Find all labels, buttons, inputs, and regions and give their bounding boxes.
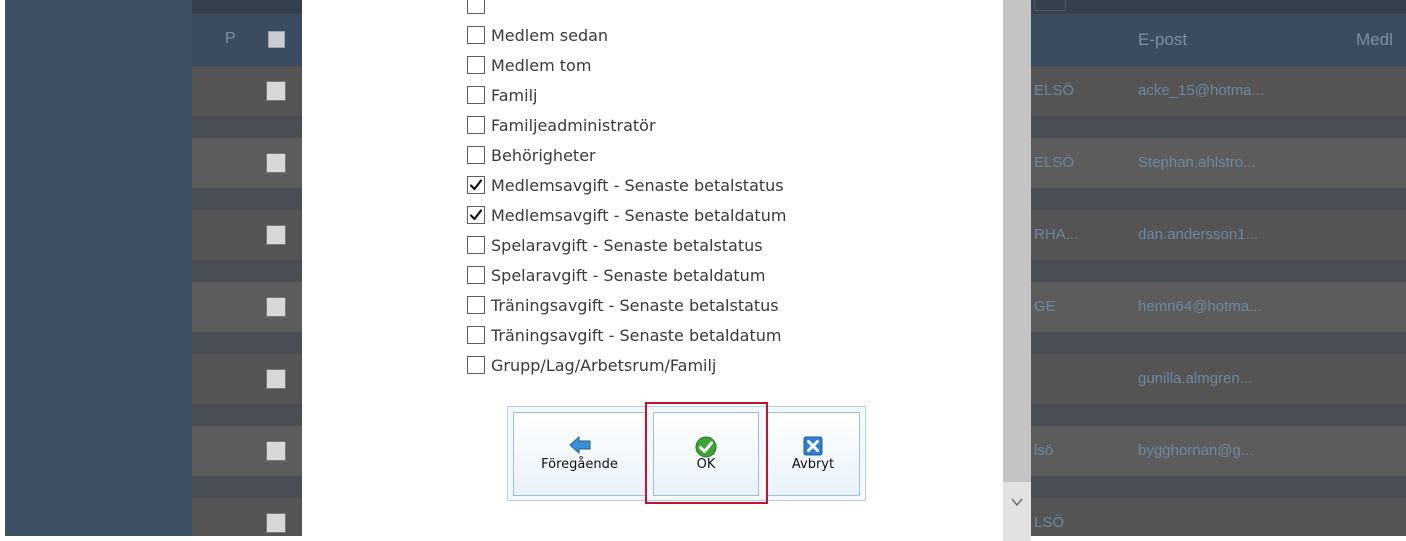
column-option[interactable]: Medlemsavgift - Senaste betaldatum bbox=[467, 204, 786, 226]
column-option-label: Medlem tom bbox=[491, 55, 592, 75]
ok-label: OK bbox=[696, 457, 716, 472]
row-club: lsö bbox=[1034, 442, 1054, 459]
column-option[interactable]: Familj bbox=[467, 84, 537, 106]
column-header-medl[interactable]: Medl bbox=[1356, 30, 1393, 50]
checkbox[interactable] bbox=[467, 146, 485, 164]
column-option-label: Familjeadministratör bbox=[491, 115, 656, 135]
column-option[interactable]: Behörigheter bbox=[467, 144, 596, 166]
checkbox[interactable] bbox=[467, 26, 485, 44]
row-club: LSÖ bbox=[1034, 514, 1065, 531]
checkbox[interactable] bbox=[467, 0, 485, 14]
row-club: RHA... bbox=[1034, 226, 1079, 243]
row-email[interactable]: gunilla.almgren... bbox=[1138, 370, 1252, 387]
column-option[interactable]: Grupp/Lag/Arbetsrum/Familj bbox=[467, 354, 716, 376]
row-club: ELSÖ bbox=[1034, 82, 1075, 99]
column-header-email[interactable]: E-post bbox=[1138, 30, 1187, 50]
row-email[interactable]: hemn64@hotma... bbox=[1138, 298, 1262, 315]
dialog-scrollbar[interactable] bbox=[1003, 0, 1031, 541]
row-checkbox[interactable] bbox=[266, 153, 286, 173]
checkbox[interactable] bbox=[467, 326, 485, 344]
checkmark-icon bbox=[695, 436, 717, 458]
chevron-down-icon[interactable] bbox=[1010, 494, 1024, 508]
column-option-label: Spelaravgift - Senaste betalstatus bbox=[491, 235, 763, 255]
row-club: GE bbox=[1034, 298, 1056, 315]
column-option-label: Behörigheter bbox=[491, 145, 596, 165]
checkbox[interactable] bbox=[467, 296, 485, 314]
scrollbar-track[interactable] bbox=[1003, 0, 1031, 482]
row-checkbox[interactable] bbox=[266, 81, 286, 101]
previous-label: Föregående bbox=[541, 457, 618, 472]
screen: P E-post Medl ELSÖ acke_15@hotma... ELSÖ St… bbox=[0, 0, 1406, 541]
column-option[interactable]: Spelaravgift - Senaste betalstatus bbox=[467, 234, 763, 256]
column-option-label: Familj bbox=[491, 85, 538, 105]
column-header-p[interactable]: P bbox=[225, 30, 236, 48]
column-option[interactable]: Medlem sedan bbox=[467, 24, 608, 46]
cancel-label: Avbryt bbox=[791, 457, 835, 472]
checked-checkbox[interactable] bbox=[467, 176, 485, 194]
column-option[interactable]: Träningsavgift - Senaste betalstatus bbox=[467, 294, 779, 316]
checkbox[interactable] bbox=[467, 56, 485, 74]
column-option-label: Träningsavgift - Senaste betalstatus bbox=[491, 295, 779, 315]
toolbar-field bbox=[1034, 0, 1066, 11]
column-option[interactable] bbox=[467, 0, 491, 16]
previous-button[interactable]: Föregående bbox=[513, 412, 646, 496]
row-email[interactable]: dan.andersson1... bbox=[1138, 226, 1258, 243]
column-option[interactable]: Familjeadministratör bbox=[467, 114, 656, 136]
sidebar-backdrop bbox=[5, 0, 192, 536]
column-option-label: Medlemsavgift - Senaste betalstatus bbox=[491, 175, 784, 195]
column-option[interactable]: Träningsavgift - Senaste betaldatum bbox=[467, 324, 781, 346]
checkbox[interactable] bbox=[467, 116, 485, 134]
row-checkbox[interactable] bbox=[266, 297, 286, 317]
row-checkbox[interactable] bbox=[266, 513, 286, 533]
ok-button[interactable]: OK bbox=[653, 412, 759, 496]
column-option-label: Medlemsavgift - Senaste betaldatum bbox=[491, 205, 787, 225]
column-option-label: Medlem sedan bbox=[491, 25, 609, 45]
column-option-label: Grupp/Lag/Arbetsrum/Familj bbox=[491, 355, 717, 375]
row-email[interactable]: Stephan.ahlstro... bbox=[1138, 154, 1256, 171]
column-option[interactable]: Spelaravgift - Senaste betaldatum bbox=[467, 264, 765, 286]
column-option-label: Träningsavgift - Senaste betaldatum bbox=[491, 325, 782, 345]
row-checkbox[interactable] bbox=[266, 225, 286, 245]
checkbox[interactable] bbox=[467, 356, 485, 374]
column-option-label: Spelaravgift - Senaste betaldatum bbox=[491, 265, 766, 285]
cancel-button[interactable]: Avbryt bbox=[766, 412, 860, 496]
row-checkbox[interactable] bbox=[266, 369, 286, 389]
row-club: ELSÖ bbox=[1034, 154, 1075, 171]
checkbox[interactable] bbox=[467, 266, 485, 284]
column-option[interactable]: Medlemsavgift - Senaste betalstatus bbox=[467, 174, 784, 196]
close-icon bbox=[803, 436, 823, 456]
dialog-button-bar: Föregående OK Avbryt bbox=[507, 406, 866, 501]
arrow-left-icon bbox=[568, 435, 591, 456]
row-checkbox[interactable] bbox=[266, 441, 286, 461]
row-email[interactable]: bygghornan@g... bbox=[1138, 442, 1253, 459]
column-option[interactable]: Medlem tom bbox=[467, 54, 591, 76]
row-email[interactable]: acke_15@hotma... bbox=[1138, 82, 1264, 99]
select-all-checkbox[interactable] bbox=[268, 31, 285, 48]
checkbox[interactable] bbox=[467, 236, 485, 254]
checkbox[interactable] bbox=[467, 86, 485, 104]
checked-checkbox[interactable] bbox=[467, 206, 485, 224]
